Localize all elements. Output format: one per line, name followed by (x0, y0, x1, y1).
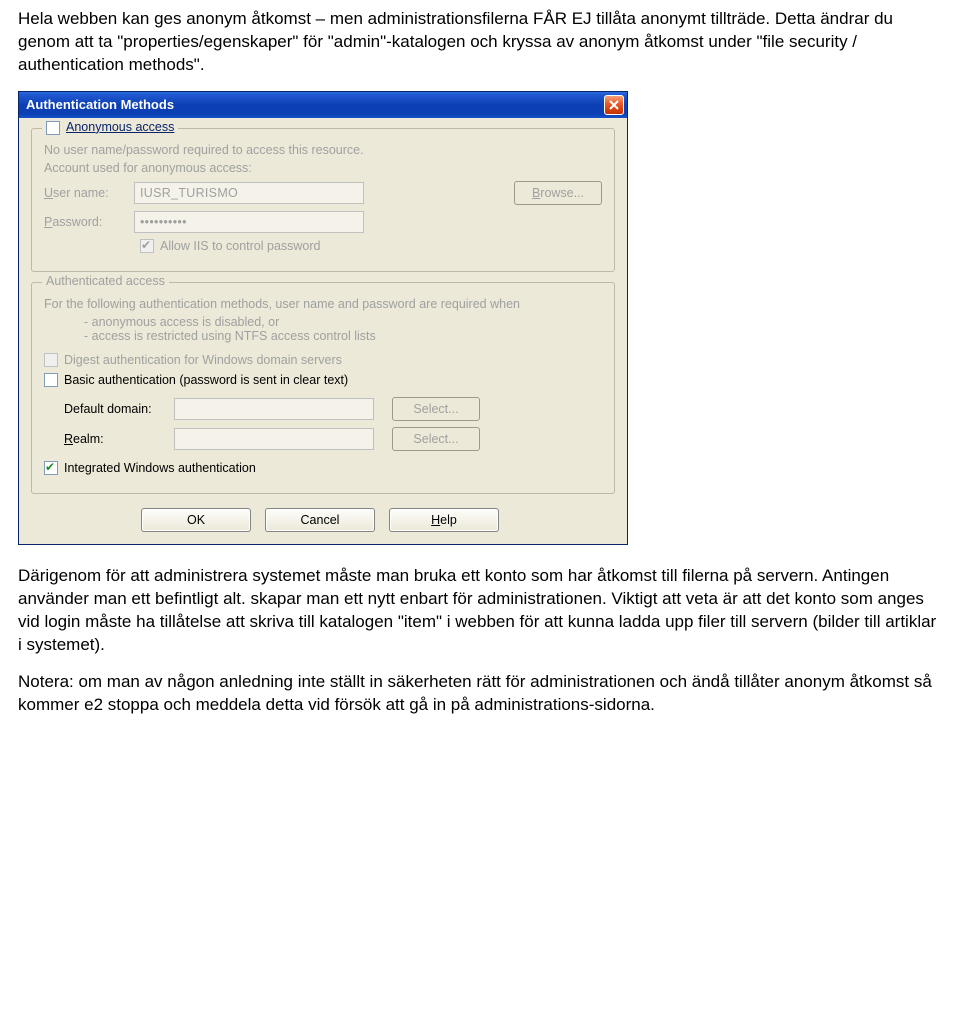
auth-bullet-2: - access is restricted using NTFS access… (84, 329, 602, 343)
dialog-title: Authentication Methods (26, 97, 174, 112)
cancel-button[interactable]: Cancel (265, 508, 375, 532)
anonymous-access-label: Anonymous access (66, 120, 174, 134)
intro-paragraph-2: Därigenom för att administrera systemet … (18, 565, 942, 657)
authenticated-access-legend: Authenticated access (42, 274, 169, 288)
intro-paragraph-3: Notera: om man av någon anledning inte s… (18, 671, 942, 717)
default-domain-input (174, 398, 374, 420)
realm-label: Realm: (64, 432, 174, 446)
anonymous-access-legend[interactable]: Anonymous access (42, 120, 178, 135)
ok-button[interactable]: OK (141, 508, 251, 532)
basic-auth-checkbox[interactable] (44, 373, 58, 387)
integrated-auth-checkbox[interactable] (44, 461, 58, 475)
close-icon[interactable] (604, 95, 624, 115)
dialog-button-row: OK Cancel Help (31, 504, 615, 532)
realm-input (174, 428, 374, 450)
select-domain-button: Select... (392, 397, 480, 421)
allow-iis-label: Allow IIS to control password (160, 239, 321, 253)
browse-button: Browse... (514, 181, 602, 205)
authentication-methods-dialog: Authentication Methods Anonymous access … (18, 91, 628, 545)
password-input (134, 211, 364, 233)
default-domain-label: Default domain: (64, 402, 174, 416)
auth-desc: For the following authentication methods… (44, 297, 602, 311)
password-label: Password: (44, 215, 134, 229)
digest-auth-label: Digest authentication for Windows domain… (64, 353, 342, 367)
integrated-auth-label: Integrated Windows authentication (64, 461, 256, 475)
select-realm-button: Select... (392, 427, 480, 451)
username-label: User name: (44, 186, 134, 200)
help-button[interactable]: Help (389, 508, 499, 532)
allow-iis-checkbox (140, 239, 154, 253)
anonymous-access-checkbox[interactable] (46, 121, 60, 135)
digest-auth-checkbox (44, 353, 58, 367)
dialog-body: Anonymous access No user name/password r… (19, 118, 627, 544)
authenticated-access-group: Authenticated access For the following a… (31, 282, 615, 494)
anon-account-line: Account used for anonymous access: (44, 161, 602, 175)
basic-auth-label: Basic authentication (password is sent i… (64, 373, 348, 387)
dialog-titlebar[interactable]: Authentication Methods (19, 92, 627, 118)
anon-desc: No user name/password required to access… (44, 143, 602, 157)
auth-bullet-1: - anonymous access is disabled, or (84, 315, 602, 329)
username-input (134, 182, 364, 204)
anonymous-access-group: Anonymous access No user name/password r… (31, 128, 615, 272)
intro-paragraph-1: Hela webben kan ges anonym åtkomst – men… (18, 8, 942, 77)
